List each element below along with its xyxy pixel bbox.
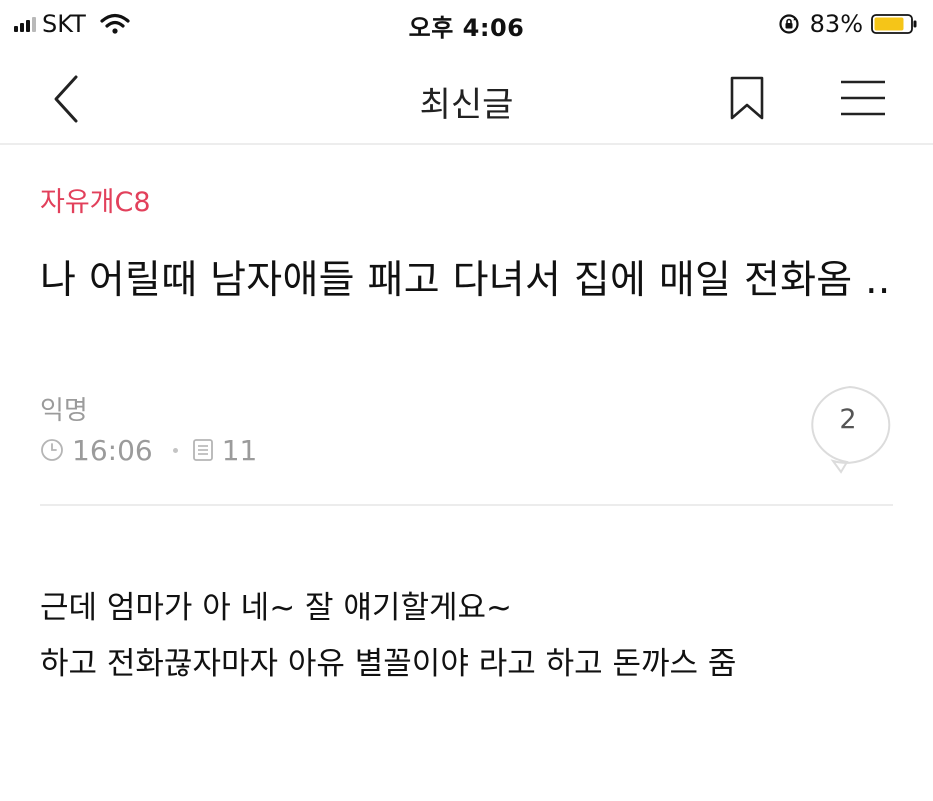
status-bar: SKT 오후 4:06 83%: [0, 0, 933, 50]
board-name-link[interactable]: 자유개C8: [40, 180, 151, 219]
nav-divider: [0, 143, 933, 145]
post-title: 나 어릴때 남자애들 패고 다녀서 집에 매일 전화옴 ..: [40, 258, 891, 303]
battery-percent: 83%: [809, 10, 863, 38]
bookmark-icon[interactable]: [728, 75, 766, 121]
clock-icon: [41, 439, 63, 461]
author-name: 익명: [40, 396, 88, 426]
status-right: 83%: [778, 8, 917, 40]
views-icon: [192, 439, 213, 461]
page-title: 최신글: [419, 85, 514, 125]
view-count: 11: [221, 433, 258, 467]
hamburger-menu-icon[interactable]: [838, 77, 888, 119]
post-body: 근데 엄마가 아 네~ 잘 얘기할게요~ 하고 전화끊자마자 아유 별꼴이야 라…: [40, 580, 910, 692]
meta-separator: [172, 447, 178, 453]
post-body-line: 하고 전화끊자마자 아유 별꼴이야 라고 하고 돈까스 줌: [40, 646, 737, 682]
content-divider: [40, 504, 893, 506]
comment-count[interactable]: 2: [803, 404, 893, 435]
battery-icon: [871, 14, 917, 34]
rotation-lock-icon: [779, 14, 799, 34]
post-body-line: 근데 엄마가 아 네~ 잘 얘기할게요~: [40, 590, 512, 626]
nav-bar: 최신글: [0, 55, 933, 141]
post-meta: 16:06 11: [40, 432, 257, 468]
post-time: 16:06: [72, 433, 153, 467]
